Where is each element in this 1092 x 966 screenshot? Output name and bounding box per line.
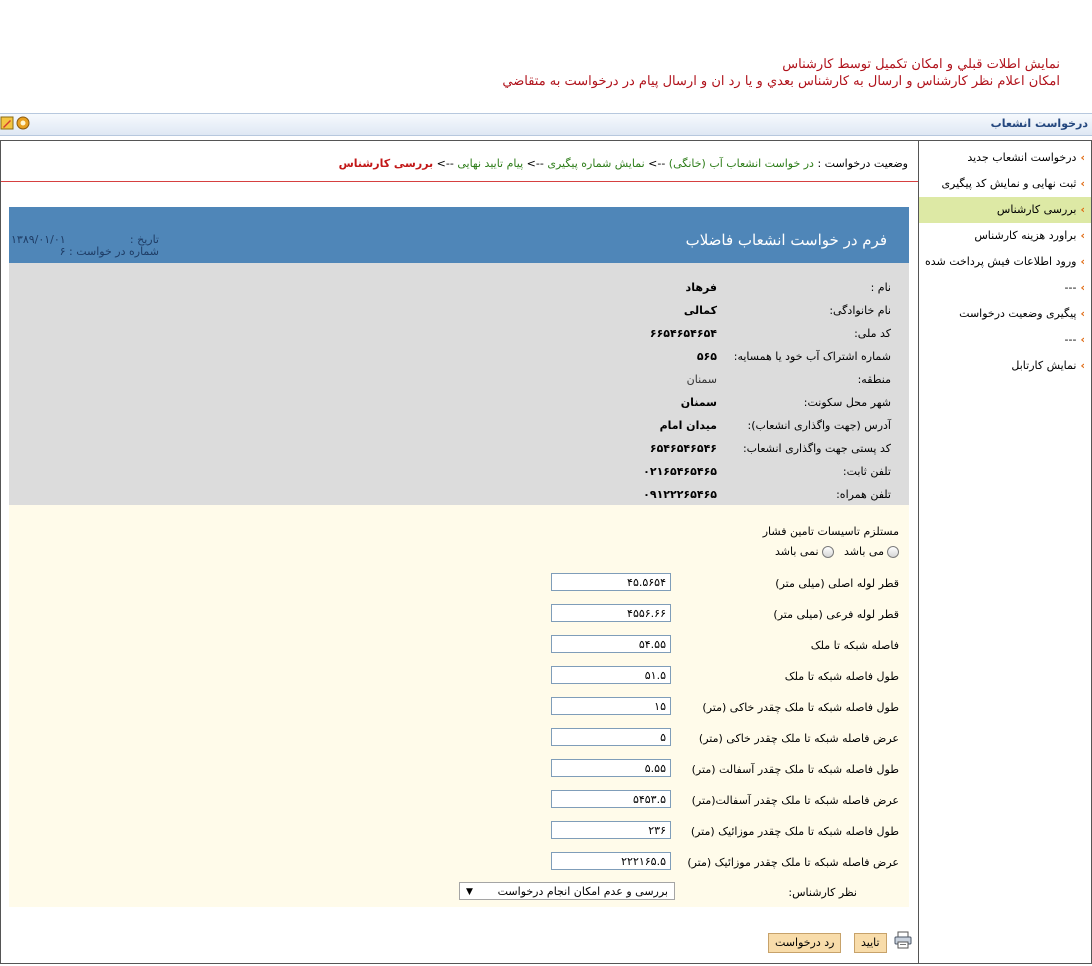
- crumb-step-2: نمایش شماره پیگیری: [547, 157, 645, 170]
- chevron-left-icon: ›: [1080, 177, 1085, 190]
- soil-length-input[interactable]: ۱۵: [551, 697, 671, 715]
- info-row: شماره اشتراک آب خود یا همسایه: ۵۶۵: [696, 350, 891, 363]
- top-notes: نمايش اطلات قبلي و امكان تكميل توسط كارش…: [260, 56, 1060, 90]
- info-row: آدرس (جهت واگذاری انشعاب): میدان امام: [659, 419, 891, 432]
- settings-icon[interactable]: [16, 116, 30, 130]
- sidebar-separator[interactable]: ›---: [919, 327, 1091, 353]
- expert-opinion-label: نظر کارشناس:: [788, 886, 857, 899]
- tech-field-row: فاصله شبکه تا ملک ۵۴.۵۵: [9, 635, 909, 657]
- info-row: نام خانوادگی: کمالی: [683, 304, 891, 317]
- tech-field-row: قطر لوله اصلی (میلی متر) ۴۵.۵۶۵۴: [9, 573, 909, 595]
- form-title: فرم در خواست انشعاب فاضلاب: [685, 231, 887, 249]
- chevron-left-icon: ›: [1080, 203, 1085, 216]
- tech-field-row: عرض فاصله شبکه تا ملک چقدر آسفالت(متر) ۵۴…: [9, 790, 909, 812]
- crumb-sep: -->: [523, 157, 548, 170]
- tech-field-row: طول فاصله شبکه تا ملک چقدر خاکی (متر) ۱۵: [9, 697, 909, 719]
- network-length-input[interactable]: ۵۱.۵: [551, 666, 671, 684]
- note-line-1: نمايش اطلات قبلي و امكان تكميل توسط كارش…: [782, 57, 1060, 72]
- title-bar: درخواست انشعاب: [0, 113, 1092, 136]
- asphalt-width-input[interactable]: ۵۴۵۳.۵: [551, 790, 671, 808]
- toolbar-icons: [0, 116, 32, 132]
- tech-field-row: عرض فاصله شبکه تا ملک چقدر موزائیک (متر)…: [9, 852, 909, 874]
- sidebar-separator[interactable]: ›---: [919, 275, 1091, 301]
- expert-opinion-row: نظر کارشناس: بررسی و عدم امکان انجام درخ…: [9, 882, 909, 904]
- tech-field-row: طول فاصله شبکه تا ملک چقدر آسفالت (متر) ۵…: [9, 759, 909, 781]
- tech-field-row: طول فاصله شبکه تا ملک ۵۱.۵: [9, 666, 909, 688]
- technical-panel: مستلزم تاسیسات تامین فشار می باشد نمی با…: [9, 505, 909, 907]
- info-row: کد پستی جهت واگذاری انشعاب: ۶۵۴۶۵۴۶۵۴۶: [649, 442, 891, 455]
- tech-field-row: قطر لوله فرعی (میلی متر) ۴۵۵۶.۶۶: [9, 604, 909, 626]
- caret-down-icon: ▼: [466, 887, 473, 897]
- date-value: ۱۳۸۹/۰۱/۰۱: [11, 233, 66, 246]
- mosaic-length-input[interactable]: ۲۳۶: [551, 821, 671, 839]
- sidebar-item-payment-info[interactable]: ›ورود اطلاعات فیش پرداخت شده: [919, 249, 1091, 275]
- edit-icon[interactable]: [0, 116, 14, 130]
- sidebar-item-cost-estimate[interactable]: ›براورد هزینه کارشناس: [919, 223, 1091, 249]
- sidebar-item-new-request[interactable]: ›درخواست انشعاب جدید: [919, 145, 1091, 171]
- chevron-left-icon: ›: [1080, 255, 1085, 268]
- applicant-info-panel: نام : فرهاد نام خانوادگی: کمالی کد ملی: ۶۶۵…: [9, 263, 909, 506]
- crumb-step-1: در خواست انشعاب آب (خانگی): [668, 157, 814, 170]
- main-pipe-diameter-input[interactable]: ۴۵.۵۶۵۴: [551, 573, 671, 591]
- sidebar-item-cartable[interactable]: ›نمایش کارتابل: [919, 353, 1091, 379]
- info-row: تلفن ثابت: ۰۲۱۶۵۴۶۵۴۶۵: [643, 465, 891, 478]
- action-bar: تایید رد درخواست: [1, 929, 918, 953]
- tech-field-row: عرض فاصله شبکه تا ملک چقدر خاکی (متر) ۵: [9, 728, 909, 750]
- info-row: شهر محل سکونت: سمنان: [680, 396, 891, 409]
- radio-no-label: نمی باشد: [775, 545, 819, 558]
- form-header: فرم در خواست انشعاب فاضلاب تاریخ : ۱۳۸۹/…: [9, 207, 909, 263]
- info-row: کد ملی: ۶۶۵۴۶۵۴۶۵۴: [649, 327, 891, 340]
- chevron-left-icon: ›: [1080, 281, 1085, 294]
- radio-yes-label: می باشد: [844, 545, 884, 558]
- chevron-left-icon: ›: [1080, 333, 1085, 346]
- sidebar-item-finalize[interactable]: ›ثبت نهایی و نمایش کد پیگیری: [919, 171, 1091, 197]
- sidebar: ›درخواست انشعاب جدید ›ثبت نهایی و نمایش …: [918, 141, 1091, 963]
- note-line-2: امكان اعلام نظر كارشناس و ارسال به كارشن…: [502, 74, 1060, 89]
- chevron-left-icon: ›: [1080, 229, 1085, 242]
- form-meta: تاریخ : ۱۳۸۹/۰۱/۰۱ شماره در خواست : ۶: [9, 234, 169, 258]
- crumb-sep: -->: [433, 157, 458, 170]
- chevron-left-icon: ›: [1080, 151, 1085, 164]
- soil-width-input[interactable]: ۵: [551, 728, 671, 746]
- expert-opinion-value: بررسی و عدم امکان انجام درخواست: [497, 885, 668, 898]
- expert-opinion-select[interactable]: بررسی و عدم امکان انجام درخواست ▼: [459, 882, 675, 900]
- radio-yes[interactable]: [887, 546, 899, 558]
- crumb-current: بررسی کارشناس: [338, 157, 434, 170]
- content-frame: ›درخواست انشعاب جدید ›ثبت نهایی و نمایش …: [0, 140, 1092, 964]
- pressure-label: مستلزم تاسیسات تامین فشار: [762, 525, 899, 538]
- info-row: منطقه: سمنان: [686, 373, 891, 386]
- confirm-button[interactable]: تایید: [854, 933, 887, 953]
- radio-no[interactable]: [821, 546, 834, 558]
- crumb-sep: -->: [644, 157, 669, 170]
- asphalt-length-input[interactable]: ۵.۵۵: [551, 759, 671, 777]
- branch-pipe-diameter-input[interactable]: ۴۵۵۶.۶۶: [551, 604, 671, 622]
- status-prefix: وضعیت درخواست :: [817, 157, 908, 170]
- crumb-step-3: پیام تایید نهایی: [457, 157, 524, 170]
- chevron-left-icon: ›: [1080, 359, 1085, 372]
- request-number: شماره در خواست : ۶: [59, 245, 159, 258]
- main-content: وضعیت درخواست : در خواست انشعاب آب (خانگ…: [1, 141, 918, 963]
- sidebar-item-track-status[interactable]: ›پیگیری وضعیت درخواست: [919, 301, 1091, 327]
- chevron-left-icon: ›: [1080, 307, 1085, 320]
- mosaic-width-input[interactable]: ۲۲۲۱۶۵.۵: [551, 852, 671, 870]
- reject-button[interactable]: رد درخواست: [768, 933, 842, 953]
- pressure-options: می باشد نمی باشد: [775, 545, 899, 558]
- print-icon[interactable]: [894, 931, 912, 949]
- divider: [1, 181, 918, 182]
- page-title: درخواست انشعاب: [990, 117, 1088, 130]
- tech-field-row: طول فاصله شبکه تا ملک چقدر موزائیک (متر)…: [9, 821, 909, 843]
- info-row: نام : فرهاد: [685, 281, 891, 294]
- status-breadcrumb: وضعیت درخواست : در خواست انشعاب آب (خانگ…: [339, 157, 908, 170]
- sidebar-item-expert-review[interactable]: ›بررسی کارشناس: [919, 197, 1091, 223]
- network-distance-input[interactable]: ۵۴.۵۵: [551, 635, 671, 653]
